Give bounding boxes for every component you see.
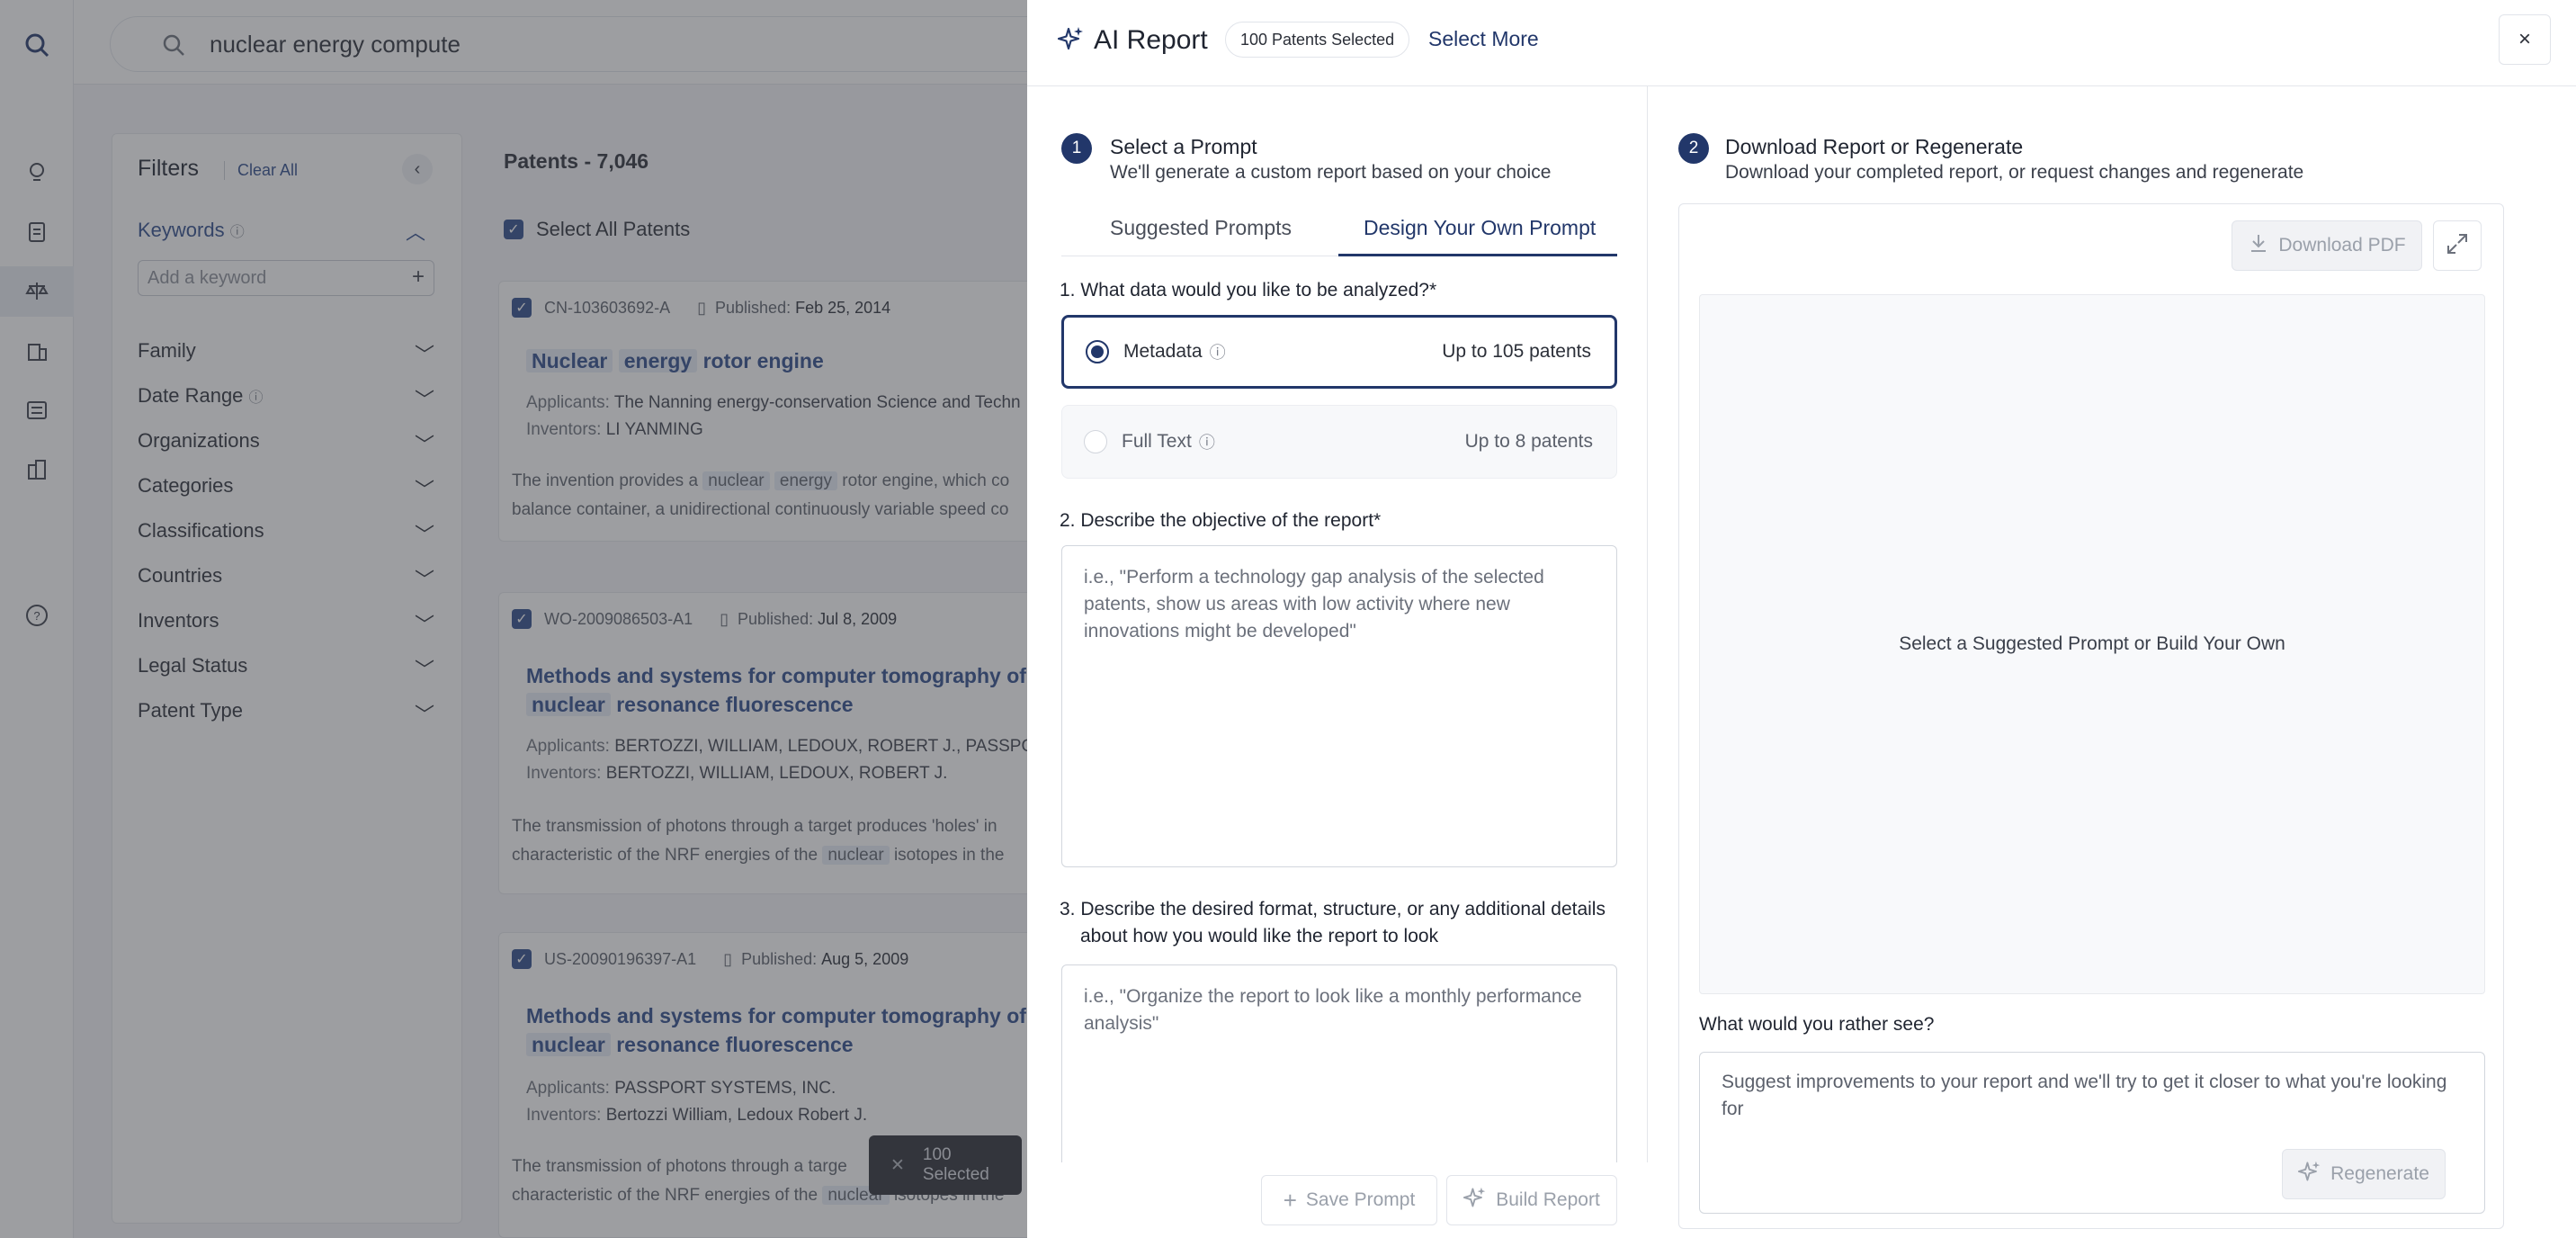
sparkle-icon: [1463, 1186, 1487, 1215]
tab-design-your-own-prompt[interactable]: Design Your Own Prompt: [1364, 216, 1596, 240]
report-preview: Select a Suggested Prompt or Build Your …: [1699, 294, 2485, 994]
step-title: Download Report or Regenerate: [1725, 135, 2024, 158]
select-more-link[interactable]: Select More: [1428, 27, 1539, 51]
sparkle-icon: [2298, 1160, 2321, 1189]
expand-icon: [2446, 232, 2469, 260]
report-column: 2 Download Report or Regenerate Download…: [1648, 86, 2576, 1238]
patents-selected-badge: 100 Patents Selected: [1225, 22, 1410, 58]
prompt-column: 1 Select a Prompt We'll generate a custo…: [1027, 86, 1648, 1238]
sparkle-icon: [1057, 25, 1085, 57]
step-number: 2: [1678, 133, 1709, 164]
feedback-label: What would you rather see?: [1699, 1014, 1935, 1035]
regenerate-button[interactable]: Regenerate: [2282, 1149, 2446, 1199]
prompt-footer: + Save Prompt Build Report: [1027, 1162, 1648, 1238]
download-icon: [2248, 232, 2269, 259]
info-icon[interactable]: ⓘ: [1210, 340, 1226, 363]
radio-selected-icon[interactable]: [1086, 340, 1109, 363]
objective-textarea[interactable]: i.e., "Perform a technology gap analysis…: [1061, 545, 1617, 867]
tab-suggested-prompts[interactable]: Suggested Prompts: [1110, 216, 1292, 240]
panel-header: AI Report 100 Patents Selected Select Mo…: [1027, 0, 2576, 86]
info-icon[interactable]: ⓘ: [1199, 430, 1215, 453]
report-container: Download PDF Select a Suggested Prompt o…: [1678, 203, 2504, 1229]
option-full-text[interactable]: Full Text ⓘ Up to 8 patents: [1061, 405, 1617, 479]
option-metadata[interactable]: Metadata ⓘ Up to 105 patents: [1061, 315, 1617, 389]
option-limit: Up to 8 patents: [1464, 431, 1593, 452]
question-objective: 2. Describe the objective of the report*: [1060, 510, 1382, 531]
option-limit: Up to 105 patents: [1442, 341, 1591, 362]
build-report-button[interactable]: Build Report: [1446, 1175, 1617, 1225]
save-prompt-button[interactable]: + Save Prompt: [1261, 1175, 1437, 1225]
download-pdf-button[interactable]: Download PDF: [2232, 220, 2422, 271]
radio-unselected-icon[interactable]: [1084, 430, 1107, 453]
format-textarea[interactable]: i.e., "Organize the report to look like …: [1061, 964, 1617, 1180]
active-tab-indicator: [1338, 254, 1617, 256]
expand-button[interactable]: [2433, 220, 2482, 271]
close-button[interactable]: ×: [2499, 14, 2551, 65]
plus-icon: +: [1283, 1186, 1297, 1214]
step-number: 1: [1061, 133, 1092, 164]
ai-report-panel: AI Report 100 Patents Selected Select Mo…: [1027, 0, 2576, 1238]
question-data-type: 1. What data would you like to be analyz…: [1060, 280, 1437, 301]
close-icon: ×: [2518, 27, 2531, 51]
step-subtitle: Download your completed report, or reque…: [1725, 162, 2304, 183]
step-subtitle: We'll generate a custom report based on …: [1110, 162, 1552, 183]
step-title: Select a Prompt: [1110, 135, 1257, 158]
panel-title: AI Report: [1094, 25, 1208, 55]
question-format: 3. Describe the desired format, structur…: [1060, 899, 1606, 946]
